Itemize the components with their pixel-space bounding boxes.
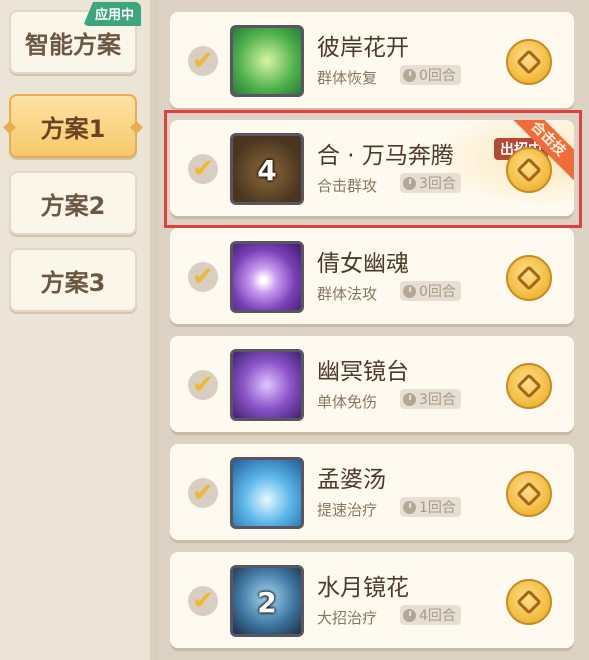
check-icon[interactable]: ✔ [188, 586, 218, 616]
swap-coin-button[interactable] [506, 579, 552, 625]
cooldown-badge: 0回合 [400, 281, 461, 301]
clock-icon [403, 392, 416, 406]
skill-type: 合击群攻 [317, 177, 378, 195]
cooldown-badge: 1回合 [400, 497, 461, 517]
blue-soup-icon [230, 457, 304, 529]
right-diamond-icon [130, 121, 143, 134]
tab-label: 方案1 [40, 114, 106, 143]
cooldown-badge: 3回合 [400, 389, 461, 409]
check-icon[interactable]: ✔ [188, 154, 218, 184]
skill-card[interactable]: ✔ 2 水月镜花 大招治疗 4回合 [170, 552, 574, 648]
skill-name: 孟婆汤 [317, 467, 386, 493]
cooldown-text: 1回合 [419, 500, 456, 516]
skill-type: 群体恢复 [317, 69, 378, 87]
tab-plan-1[interactable]: 方案1 [3, 94, 143, 158]
purple-mirror-icon [230, 349, 304, 421]
cooldown-text: 3回合 [419, 392, 456, 408]
check-icon[interactable]: ✔ [188, 370, 218, 400]
cooldown-text: 0回合 [419, 68, 456, 84]
skill-type: 单体免伤 [317, 393, 378, 411]
diamond-icon [516, 373, 542, 399]
swap-coin-button[interactable] [506, 147, 552, 193]
tab-label: 智能方案 [25, 30, 121, 59]
diamond-icon [516, 589, 542, 615]
clock-icon [403, 176, 416, 190]
skill-count: 2 [257, 586, 277, 619]
applied-badge: 应用中 [82, 2, 141, 26]
skill-card[interactable]: ✔ 彼岸花开 群体恢复 0回合 [170, 12, 574, 108]
skill-count: 4 [257, 154, 277, 187]
clock-icon [403, 608, 416, 622]
skill-card[interactable]: ✔ 4 合 · 万马奔腾 出招中 合击群攻 3回合 合击技 [170, 120, 574, 216]
swap-coin-button[interactable] [506, 255, 552, 301]
cooldown-badge: 4回合 [400, 605, 461, 625]
water-moon-icon: 2 [230, 565, 304, 637]
cooldown-badge: 0回合 [400, 65, 461, 85]
skill-type: 群体法攻 [317, 285, 378, 303]
skill-name: 彼岸花开 [317, 35, 409, 61]
skill-card[interactable]: ✔ 孟婆汤 提速治疗 1回合 [170, 444, 574, 540]
skill-type: 提速治疗 [317, 501, 378, 519]
swap-coin-button[interactable] [506, 363, 552, 409]
clock-icon [403, 68, 416, 82]
skill-name: 倩女幽魂 [317, 251, 409, 277]
horse-herd-icon: 4 [230, 133, 304, 205]
cooldown-text: 0回合 [419, 284, 456, 300]
tab-label: 方案3 [40, 268, 106, 297]
clock-icon [403, 284, 416, 298]
cooldown-text: 3回合 [419, 176, 456, 192]
clock-icon [403, 500, 416, 514]
skill-name: 合 · 万马奔腾 [317, 143, 454, 169]
green-bloom-icon [230, 25, 304, 97]
swap-coin-button[interactable] [506, 39, 552, 85]
diamond-icon [516, 481, 542, 507]
sidebar-divider [150, 0, 159, 660]
tab-smart-plan[interactable]: 智能方案 应用中 [9, 2, 141, 74]
plan-sidebar: 智能方案 应用中 方案1 方案2 方案3 [0, 0, 150, 660]
swap-coin-button[interactable] [506, 471, 552, 517]
diamond-icon [516, 157, 542, 183]
check-icon[interactable]: ✔ [188, 262, 218, 292]
skill-card[interactable]: ✔ 幽冥镜台 单体免伤 3回合 [170, 336, 574, 432]
cooldown-text: 4回合 [419, 608, 456, 624]
diamond-icon [516, 265, 542, 291]
check-icon[interactable]: ✔ [188, 478, 218, 508]
skill-type: 大招治疗 [317, 609, 378, 627]
skill-name: 幽冥镜台 [317, 359, 409, 385]
check-icon[interactable]: ✔ [188, 46, 218, 76]
purple-spirit-icon [230, 241, 304, 313]
left-diamond-icon [3, 121, 16, 134]
cooldown-badge: 3回合 [400, 173, 461, 193]
skill-name: 水月镜花 [317, 575, 409, 601]
skill-card[interactable]: ✔ 倩女幽魂 群体法攻 0回合 [170, 228, 574, 324]
tab-plan-2[interactable]: 方案2 [9, 171, 137, 235]
tab-label: 方案2 [40, 191, 106, 220]
diamond-icon [516, 49, 542, 75]
tab-plan-3[interactable]: 方案3 [9, 248, 137, 312]
